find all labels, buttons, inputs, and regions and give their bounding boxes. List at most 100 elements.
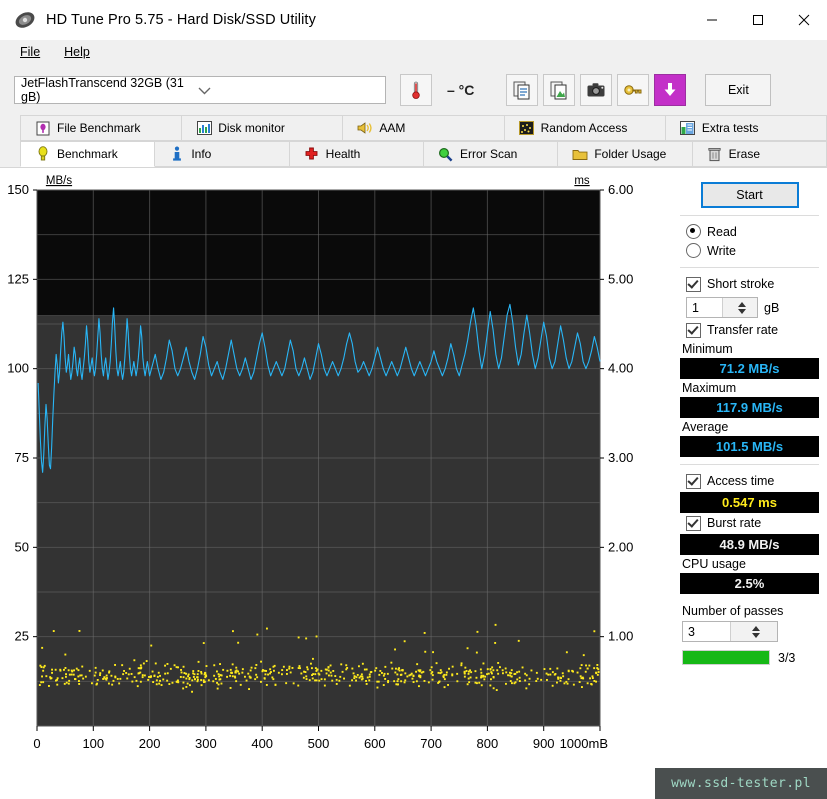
passes-down-icon[interactable] [752,632,761,638]
copy-icon[interactable] [506,74,539,106]
svg-text:1.00: 1.00 [608,629,633,644]
svg-text:100: 100 [82,736,104,751]
short-stroke-stepper[interactable]: 1 [686,297,758,318]
menu-file[interactable]: File [10,42,50,62]
average-value: 101.5 MB/s [680,436,819,457]
transfer-rate-checkbox[interactable] [686,322,701,338]
svg-text:MB/s: MB/s [46,175,72,187]
stepper-down-icon[interactable] [738,308,747,314]
minimum-value: 71.2 MB/s [680,358,819,379]
tab-info[interactable]: Info [155,141,290,167]
drive-select-value: JetFlashTranscend 32GB (31 gB) [21,76,184,104]
health-cross-icon [304,146,320,162]
random-access-icon [519,120,535,136]
minimize-button[interactable] [689,0,735,40]
info-icon [169,146,185,162]
short-stroke-value: 1 [692,300,699,315]
svg-text:75: 75 [15,450,29,465]
erase-trash-icon [707,146,723,162]
write-radio-label: Write [707,243,736,258]
tab-random-access[interactable]: Random Access [504,115,666,141]
tab-folder-usage[interactable]: Folder Usage [558,141,693,167]
copy-image-icon[interactable] [543,74,576,106]
menu-help[interactable]: Help [54,42,100,62]
svg-text:ms: ms [574,175,590,187]
folder-usage-icon [572,146,588,162]
exit-button-label: Exit [727,83,749,97]
exit-button[interactable]: Exit [705,74,772,106]
start-button-label: Start [736,188,763,202]
short-stroke-checkbox[interactable] [686,276,701,292]
window-title: HD Tune Pro 5.75 - Hard Disk/SSD Utility [46,12,316,28]
toolbar: JetFlashTranscend 32GB (31 gB) – °C Exit [0,65,827,115]
progress-text: 3/3 [778,650,796,665]
svg-text:0: 0 [33,736,40,751]
stepper-arrows[interactable] [721,298,757,317]
hd-tune-window: HD Tune Pro 5.75 - Hard Disk/SSD Utility… [0,0,827,799]
title-bar: HD Tune Pro 5.75 - Hard Disk/SSD Utility [0,0,827,40]
svg-text:300: 300 [195,736,217,751]
menu-help-label: Help [64,45,90,59]
benchmark-panel: 25 50 75 100 125 150 MB/s 1.00 2.00 3.00 4.00 5.00 6… [0,167,827,799]
transfer-rate-row[interactable]: Transfer rate [680,320,819,340]
drive-select[interactable]: JetFlashTranscend 32GB (31 gB) [14,76,386,104]
tab-error-scan-label: Error Scan [459,147,518,161]
access-time-label: Access time [707,474,775,488]
download-icon[interactable] [654,74,687,106]
maximum-label: Maximum [682,381,737,395]
write-radio[interactable] [686,243,701,258]
tab-aam[interactable]: AAM [343,115,505,141]
svg-text:5.00: 5.00 [608,271,633,286]
app-icon [14,9,36,31]
tab-disk-monitor[interactable]: Disk monitor [182,115,344,141]
key-icon[interactable] [617,74,650,106]
svg-text:1000mB: 1000mB [560,736,608,751]
tab-health-label: Health [325,147,361,161]
tab-benchmark[interactable]: Benchmark [20,141,156,167]
read-radio-row[interactable]: Read [680,222,819,241]
access-time-row[interactable]: Access time [680,471,819,491]
close-button[interactable] [781,0,827,40]
tab-error-scan[interactable]: Error Scan [423,141,559,167]
short-stroke-row[interactable]: Short stroke [680,274,819,294]
short-stroke-unit: gB [764,300,780,315]
svg-text:3.00: 3.00 [608,450,633,465]
access-time-checkbox[interactable] [686,473,701,489]
benchmark-bulb-icon [35,146,51,162]
access-time-value: 0.547 ms [680,492,819,513]
stepper-up-icon[interactable] [738,301,747,307]
file-benchmark-icon [35,120,51,136]
svg-text:100: 100 [7,361,29,376]
passes-label: Number of passes [682,604,784,618]
read-radio[interactable] [686,224,701,239]
burst-rate-row[interactable]: Burst rate [680,513,819,533]
svg-text:400: 400 [251,736,273,751]
svg-text:50: 50 [15,539,29,554]
maximize-button[interactable] [735,0,781,40]
progress-bar [682,650,770,665]
results-sidebar: Start Read Write Short stroke 1 gB Trans… [672,168,827,799]
passes-up-icon[interactable] [752,625,761,631]
tab-health[interactable]: Health [289,141,424,167]
tab-file-benchmark[interactable]: File Benchmark [20,115,183,141]
passes-stepper-arrows[interactable] [729,622,777,641]
tab-extra-tests[interactable]: Extra tests [665,115,827,141]
aam-speaker-icon [357,120,373,136]
cpu-usage-label: CPU usage [682,557,746,571]
divider [680,464,819,465]
start-button[interactable]: Start [700,182,799,208]
chevron-down-icon [198,86,379,95]
passes-stepper[interactable]: 3 [682,621,778,642]
divider [680,267,819,268]
burst-rate-checkbox[interactable] [686,515,701,531]
tab-erase[interactable]: Erase [692,141,827,167]
short-stroke-label: Short stroke [707,277,775,291]
cpu-usage-value: 2.5% [680,573,819,594]
svg-text:150: 150 [7,182,29,197]
burst-rate-value: 48.9 MB/s [680,534,819,555]
thermometer-icon[interactable] [400,74,432,106]
read-radio-label: Read [707,224,737,239]
write-radio-row[interactable]: Write [680,241,819,260]
camera-icon[interactable] [580,74,613,106]
tab-random-access-label: Random Access [540,121,628,135]
